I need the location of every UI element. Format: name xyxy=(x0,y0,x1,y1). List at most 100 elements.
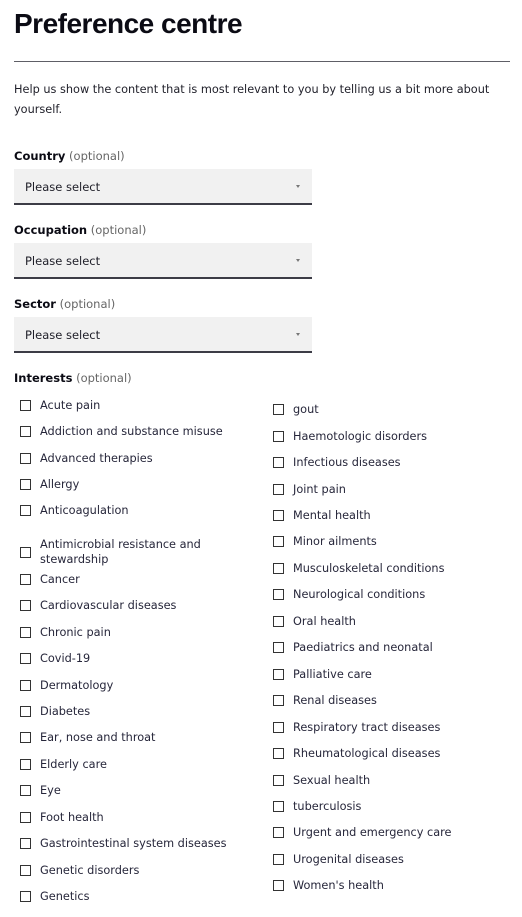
sector-select-value: Please select xyxy=(25,328,101,342)
checkbox[interactable] xyxy=(273,536,284,547)
checkbox[interactable] xyxy=(273,695,284,706)
interest-checkbox-item[interactable]: Genetic disorders xyxy=(20,863,139,878)
occupation-select[interactable]: Please select xyxy=(14,243,312,279)
checkbox[interactable] xyxy=(273,616,284,627)
checkbox-label: tuberculosis xyxy=(293,800,362,813)
interest-checkbox-item[interactable]: Mental health xyxy=(273,508,371,523)
checkbox[interactable] xyxy=(20,680,31,691)
sector-optional: (optional) xyxy=(59,297,116,311)
checkbox[interactable] xyxy=(20,600,31,611)
interest-checkbox-item[interactable]: Acute pain xyxy=(20,398,100,413)
interest-checkbox-item[interactable]: Palliative care xyxy=(273,667,372,682)
interest-checkbox-item[interactable]: Urogenital diseases xyxy=(273,852,404,867)
interest-checkbox-item[interactable]: Chronic pain xyxy=(20,625,111,640)
checkbox-label: Women's health xyxy=(293,879,384,892)
interest-checkbox-item[interactable]: Antimicrobial resistance and stewardship xyxy=(20,537,230,567)
interest-checkbox-item[interactable]: gout xyxy=(273,402,319,417)
checkbox[interactable] xyxy=(273,880,284,891)
checkbox[interactable] xyxy=(20,574,31,585)
interest-checkbox-item[interactable]: tuberculosis xyxy=(273,799,361,814)
checkbox-label: Eye xyxy=(40,784,61,797)
checkbox[interactable] xyxy=(20,812,31,823)
checkbox-label: Elderly care xyxy=(40,758,107,771)
interest-checkbox-item[interactable]: Joint pain xyxy=(273,482,346,497)
interest-checkbox-item[interactable]: Diabetes xyxy=(20,704,90,719)
checkbox[interactable] xyxy=(20,653,31,664)
interest-checkbox-item[interactable]: Foot health xyxy=(20,810,104,825)
interest-checkbox-item[interactable]: Infectious diseases xyxy=(273,455,401,470)
country-label-text: Country xyxy=(14,149,66,163)
interest-checkbox-item[interactable]: Eye xyxy=(20,783,61,798)
checkbox-label: Addiction and substance misuse xyxy=(40,425,223,438)
checkbox[interactable] xyxy=(20,706,31,717)
interest-checkbox-item[interactable]: Musculoskeletal conditions xyxy=(273,561,444,576)
title-divider xyxy=(14,61,510,62)
country-select[interactable]: Please select xyxy=(14,169,312,205)
checkbox-label: Dermatology xyxy=(40,679,114,692)
interest-checkbox-item[interactable]: Anticoagulation xyxy=(20,503,129,518)
interest-checkbox-item[interactable]: Gastrointestinal system diseases xyxy=(20,836,226,851)
checkbox-label: Urgent and emergency care xyxy=(293,826,452,839)
interest-checkbox-item[interactable]: Sexual health xyxy=(273,773,370,788)
interest-checkbox-item[interactable]: Women's health xyxy=(273,878,384,893)
interest-checkbox-item[interactable]: Genetics xyxy=(20,889,89,904)
chevron-down-icon xyxy=(296,333,300,336)
checkbox[interactable] xyxy=(20,479,31,490)
checkbox[interactable] xyxy=(20,759,31,770)
sector-select[interactable]: Please select xyxy=(14,317,312,353)
checkbox[interactable] xyxy=(20,785,31,796)
checkbox[interactable] xyxy=(20,546,31,558)
interest-checkbox-item[interactable]: Addiction and substance misuse xyxy=(20,424,223,439)
checkbox[interactable] xyxy=(273,669,284,680)
checkbox-label: Antimicrobial resistance and stewardship xyxy=(40,538,201,566)
checkbox[interactable] xyxy=(273,722,284,733)
checkbox-label: gout xyxy=(293,403,319,416)
interest-checkbox-item[interactable]: Allergy xyxy=(20,477,79,492)
interest-checkbox-item[interactable]: Elderly care xyxy=(20,757,107,772)
checkbox[interactable] xyxy=(273,563,284,574)
interest-checkbox-item[interactable]: Advanced therapies xyxy=(20,451,153,466)
interest-checkbox-item[interactable]: Respiratory tract diseases xyxy=(273,720,440,735)
checkbox-label: Respiratory tract diseases xyxy=(293,721,441,734)
checkbox[interactable] xyxy=(273,801,284,812)
checkbox[interactable] xyxy=(20,891,31,902)
checkbox[interactable] xyxy=(20,426,31,437)
checkbox[interactable] xyxy=(20,865,31,876)
interest-checkbox-item[interactable]: Oral health xyxy=(273,614,356,629)
checkbox[interactable] xyxy=(273,404,284,415)
interest-checkbox-item[interactable]: Urgent and emergency care xyxy=(273,825,451,840)
checkbox[interactable] xyxy=(273,775,284,786)
checkbox[interactable] xyxy=(273,642,284,653)
interest-checkbox-item[interactable]: Cardiovascular diseases xyxy=(20,598,176,613)
occupation-optional: (optional) xyxy=(90,223,147,237)
checkbox[interactable] xyxy=(20,627,31,638)
interest-checkbox-item[interactable]: Paediatrics and neonatal xyxy=(273,640,433,655)
interest-checkbox-item[interactable]: Dermatology xyxy=(20,678,113,693)
checkbox[interactable] xyxy=(273,589,284,600)
checkbox[interactable] xyxy=(20,453,31,464)
checkbox[interactable] xyxy=(20,732,31,743)
interest-checkbox-item[interactable]: Rheumatological diseases xyxy=(273,746,440,761)
interest-checkbox-item[interactable]: Minor ailments xyxy=(273,534,377,549)
checkbox[interactable] xyxy=(273,854,284,865)
checkbox-label: Neurological conditions xyxy=(293,588,426,601)
checkbox[interactable] xyxy=(20,400,31,411)
interest-checkbox-item[interactable]: Renal diseases xyxy=(273,693,377,708)
checkbox[interactable] xyxy=(273,827,284,838)
interest-checkbox-item[interactable]: Haemotologic disorders xyxy=(273,429,427,444)
interest-checkbox-item[interactable]: Neurological conditions xyxy=(273,587,425,602)
checkbox[interactable] xyxy=(273,484,284,495)
checkbox[interactable] xyxy=(273,457,284,468)
checkbox-label: Joint pain xyxy=(293,483,346,496)
checkbox[interactable] xyxy=(273,431,284,442)
checkbox[interactable] xyxy=(273,748,284,759)
checkbox[interactable] xyxy=(20,838,31,849)
chevron-down-icon xyxy=(296,259,300,262)
checkbox[interactable] xyxy=(273,510,284,521)
interest-checkbox-item[interactable]: Covid-19 xyxy=(20,651,90,666)
checkbox[interactable] xyxy=(20,505,31,516)
checkbox-label: Urogenital diseases xyxy=(293,853,404,866)
interest-checkbox-item[interactable]: Ear, nose and throat xyxy=(20,730,155,745)
interest-checkbox-item[interactable]: Cancer xyxy=(20,572,80,587)
sector-label: Sector (optional) xyxy=(14,297,115,311)
